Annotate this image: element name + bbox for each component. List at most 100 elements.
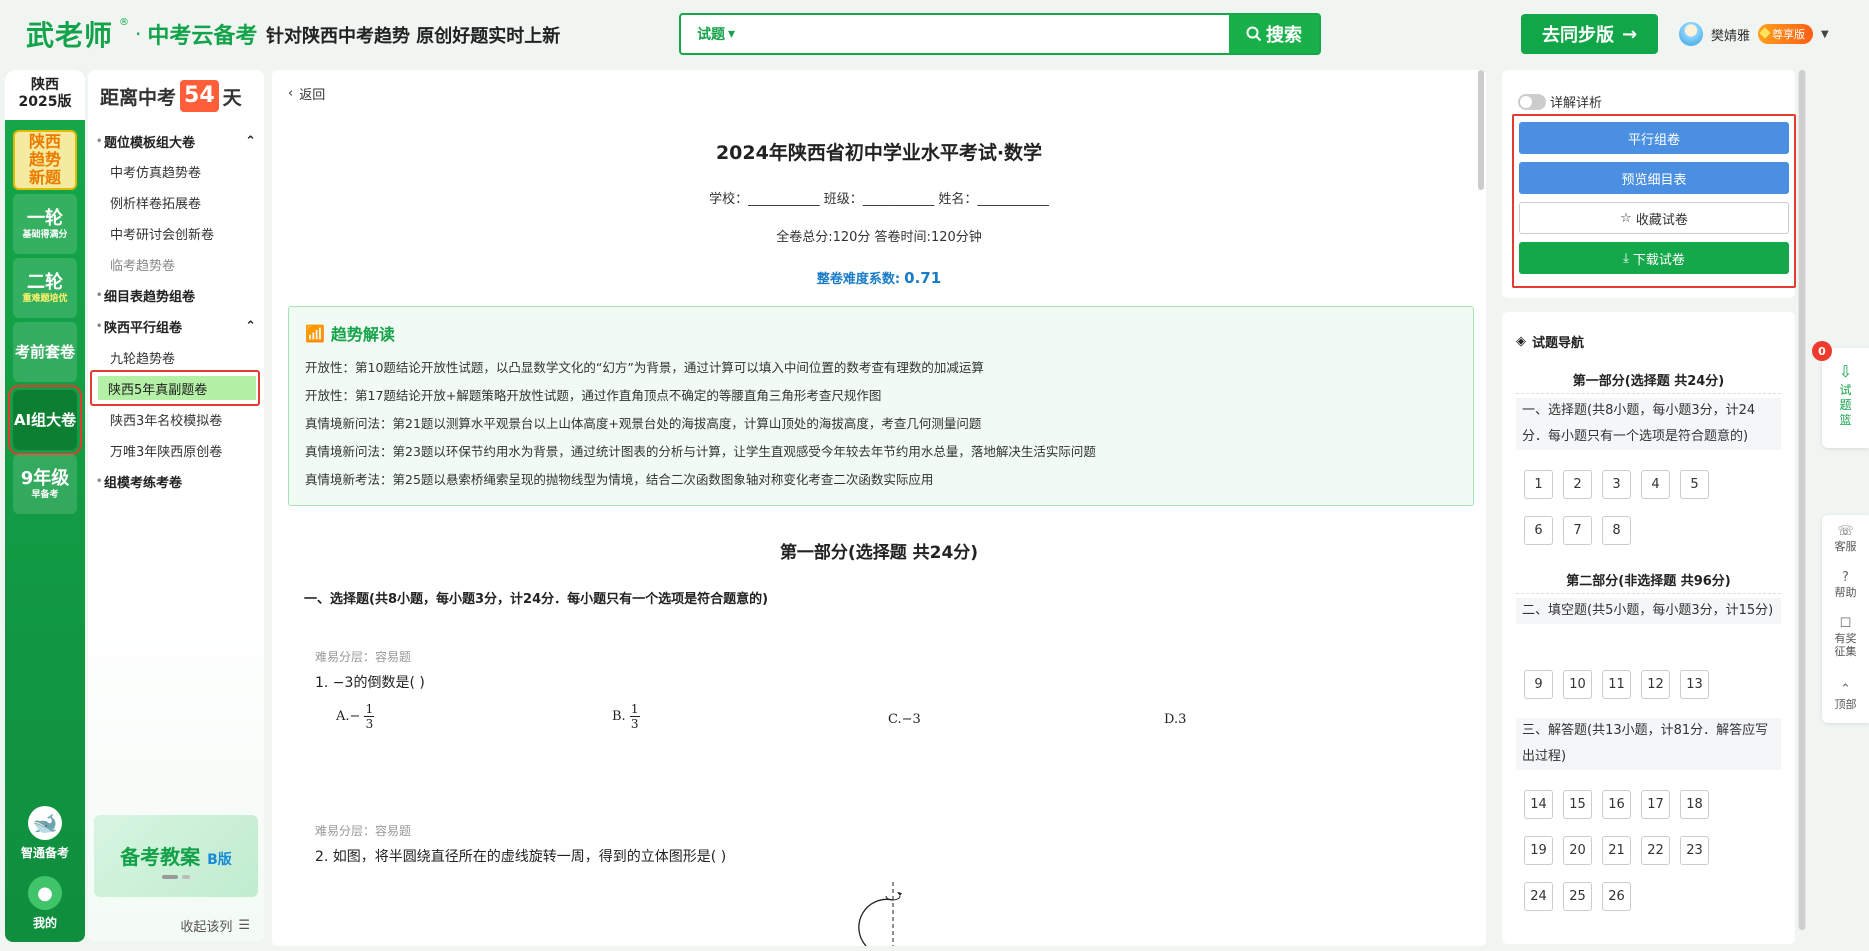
question-number-button[interactable]: 9: [1524, 670, 1553, 699]
nav-round-two-label: 二轮: [27, 271, 63, 293]
back-to-top-button[interactable]: ⌃ 顶部: [1822, 683, 1869, 711]
question-number-button[interactable]: 1: [1524, 470, 1553, 499]
semicircle-figure: [858, 882, 902, 946]
question-number-button[interactable]: 24: [1524, 882, 1553, 911]
option-b[interactable]: B. 13: [612, 702, 640, 731]
student-info-line: 学校：___________ 班级：___________ 姓名：_______…: [709, 192, 1049, 207]
carousel-dots[interactable]: [162, 875, 190, 879]
question-text[interactable]: 1. −3的倒数是( ): [315, 672, 425, 692]
question-number-button[interactable]: 22: [1641, 836, 1670, 865]
top-header: 武老师 ® · 中考云备考 针对陕西中考趋势 原创好题实时上新 试题 ▾ 搜索 …: [0, 0, 1869, 68]
cat-group-parallel[interactable]: 陕西平行组卷 ⌃: [96, 313, 256, 339]
nav-round-two[interactable]: 二轮 重难题培优: [13, 258, 77, 318]
question-number-button[interactable]: 10: [1563, 670, 1592, 699]
nav-round-one-label: 一轮: [27, 207, 63, 229]
question-number-button[interactable]: 14: [1524, 790, 1553, 819]
question-number-button[interactable]: 15: [1563, 790, 1592, 819]
basket-count-badge: 0: [1812, 341, 1832, 361]
search-input[interactable]: [751, 15, 1229, 53]
nav-ai-paper[interactable]: AI组大卷: [8, 385, 82, 455]
nav-round-one[interactable]: 一轮 基础得满分: [13, 194, 77, 254]
question-number-button[interactable]: 6: [1524, 516, 1553, 545]
question-number-button[interactable]: 17: [1641, 790, 1670, 819]
nav-zhitong-label: 智通备考: [20, 846, 69, 860]
cat-item-active[interactable]: 陕西5年真副题卷: [90, 370, 260, 406]
favorite-paper-button[interactable]: ☆ 收藏试卷: [1519, 202, 1789, 234]
question-number-button[interactable]: 18: [1680, 790, 1709, 819]
toggle-switch[interactable]: [1518, 93, 1546, 110]
content-scrollbar[interactable]: [1478, 70, 1484, 190]
question-navigator: ◈ 试题导航 第一部分(选择题 共24分) 一、选择题(共8小题，每小题3分，计…: [1502, 312, 1795, 944]
question-text[interactable]: 2. 如图，将半圆绕直径所在的虚线旋转一周，得到的立体图形是( ): [315, 846, 726, 866]
question-number-button[interactable]: 12: [1641, 670, 1670, 699]
cat-group-mock[interactable]: 组模考练考卷: [96, 468, 256, 494]
star-icon: ☆: [1620, 210, 1632, 226]
nav-trend-new[interactable]: 陕西趋势新题: [13, 130, 77, 190]
logo-text: 武老师: [26, 19, 114, 52]
option-a[interactable]: A.− 13: [336, 702, 375, 731]
question-number-button[interactable]: 7: [1563, 516, 1592, 545]
question-number-button[interactable]: 11: [1602, 670, 1631, 699]
question-number-button[interactable]: 2: [1563, 470, 1592, 499]
customer-service-button[interactable]: ☏ 客服: [1822, 525, 1869, 553]
version-selector[interactable]: 陕西 2025版: [5, 70, 85, 120]
cat-item[interactable]: 例析样卷拓展卷: [106, 189, 256, 215]
nav-grade9[interactable]: 9年级 早备考: [13, 454, 77, 514]
caret-down-icon: ▾: [727, 26, 736, 42]
part-title: 第一部分(选择题 共24分): [1516, 370, 1781, 394]
cat-item[interactable]: 临考趋势卷: [106, 251, 256, 277]
promo-title: 备考教案: [120, 845, 201, 869]
cat-item[interactable]: 中考研讨会创新卷: [106, 220, 256, 246]
question-number-button[interactable]: 8: [1602, 516, 1631, 545]
question-basket[interactable]: ⇩ 试题篮: [1822, 348, 1869, 448]
user-menu[interactable]: 樊婧雅 尊享版 ▼: [1679, 20, 1829, 48]
nav-mine[interactable]: ● 我的: [5, 876, 85, 931]
nav-pre-exam-label: 考前套卷: [14, 342, 75, 361]
cat-group-label: 细目表趋势组卷: [104, 289, 196, 305]
option-c[interactable]: C.−3: [888, 712, 921, 727]
logo-registered-mark: ®: [119, 16, 130, 28]
section-description: 二、填空题(共5小题，每小题3分，计15分): [1516, 598, 1781, 624]
question-number-button[interactable]: 25: [1563, 882, 1592, 911]
option-d[interactable]: D.3: [1164, 712, 1186, 727]
question-number-button[interactable]: 19: [1524, 836, 1553, 865]
question-number-button[interactable]: 13: [1680, 670, 1709, 699]
back-button[interactable]: ‹ 返回: [288, 84, 325, 103]
cat-group-spec-table[interactable]: 细目表趋势组卷: [96, 282, 256, 308]
search-button[interactable]: 搜索: [1229, 15, 1319, 53]
cat-item[interactable]: 陕西3年名校模拟卷: [106, 406, 256, 432]
question-number-button[interactable]: 21: [1602, 836, 1631, 865]
nav-grade9-sub: 早备考: [31, 489, 59, 500]
logo[interactable]: 武老师 ® · 中考云备考: [26, 14, 257, 54]
nav-zhitong[interactable]: 🐋 智通备考: [5, 806, 85, 861]
cat-item[interactable]: 万唯3年陕西原创卷: [106, 437, 256, 463]
page-scrollbar[interactable]: [1798, 70, 1806, 930]
download-paper-button[interactable]: ⤓ 下载试卷: [1519, 242, 1789, 274]
question-number-button[interactable]: 23: [1680, 836, 1709, 865]
question-number-button[interactable]: 3: [1602, 470, 1631, 499]
detail-toggle[interactable]: 详解详析: [1518, 92, 1602, 111]
promo-banner[interactable]: 备考教案 B版: [94, 815, 258, 897]
cat-group-template[interactable]: 题位模板组大卷 ⌃: [96, 128, 256, 154]
sync-version-button[interactable]: 去同步版 →: [1521, 14, 1658, 54]
help-button[interactable]: ? 帮助: [1822, 571, 1869, 599]
zhitong-icon: 🐋: [28, 806, 62, 840]
question-number-button[interactable]: 26: [1602, 882, 1631, 911]
nav-pre-exam[interactable]: 考前套卷: [13, 322, 77, 382]
question-number-button[interactable]: 20: [1563, 836, 1592, 865]
question-number-button[interactable]: 4: [1641, 470, 1670, 499]
preview-spec-button[interactable]: 预览细目表: [1519, 162, 1789, 194]
difficulty-line: 整卷难度系数: 0.71: [272, 268, 1486, 287]
search-type-select[interactable]: 试题 ▾: [681, 15, 751, 53]
parallel-compose-button[interactable]: 平行组卷: [1519, 122, 1789, 154]
part-title: 第二部分(非选择题 共96分): [1516, 570, 1781, 594]
question-number-button[interactable]: 16: [1602, 790, 1631, 819]
collapse-column-button[interactable]: 收起该列 ☰: [180, 916, 250, 935]
nav-trend-label: 陕西趋势新题: [28, 132, 61, 187]
navigator-title-label: 试题导航: [1532, 336, 1585, 351]
question-number-button[interactable]: 5: [1680, 470, 1709, 499]
feedback-button[interactable]: ☐ 有奖征集: [1822, 617, 1869, 658]
cat-item[interactable]: 中考仿真趋势卷: [106, 158, 256, 184]
cat-item[interactable]: 九轮趋势卷: [106, 344, 256, 370]
cat-group-label: 陕西平行组卷: [104, 320, 183, 336]
